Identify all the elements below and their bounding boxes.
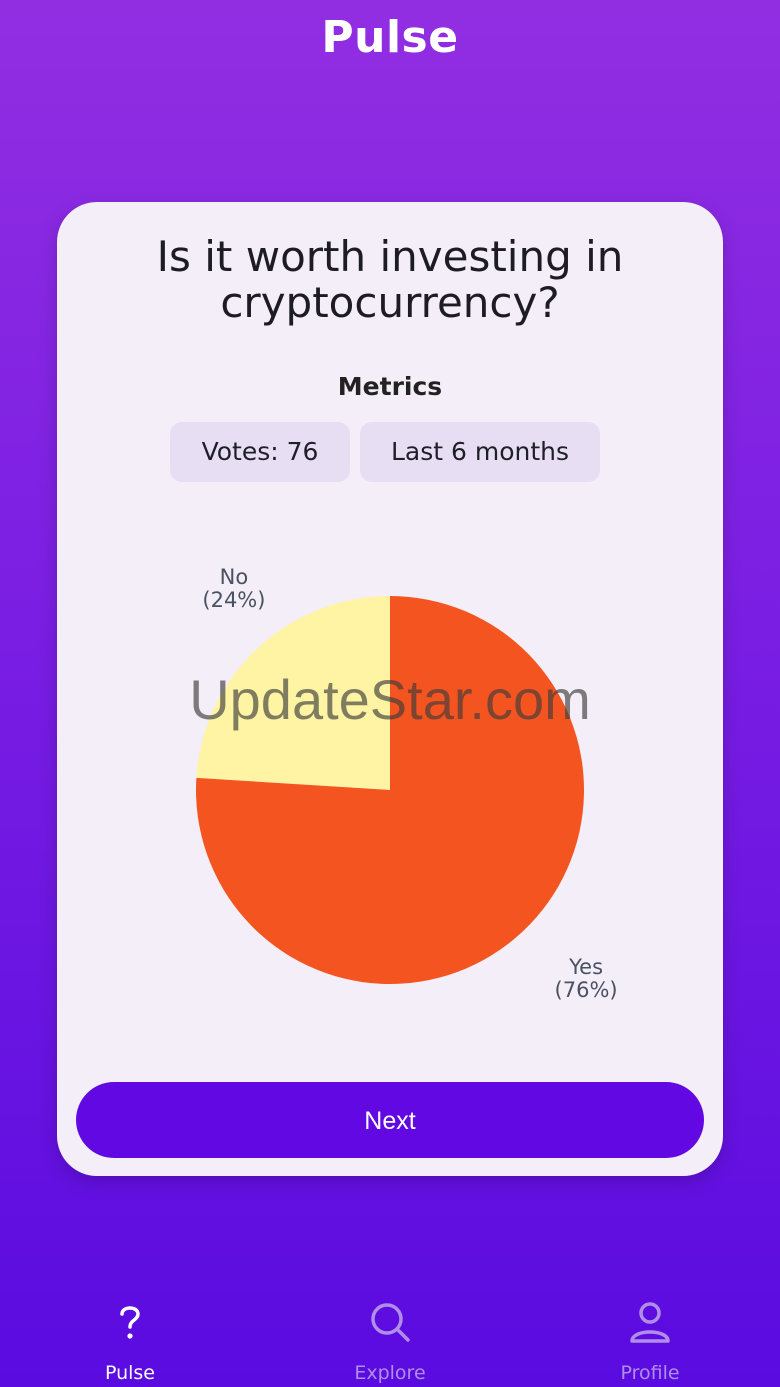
pie-label-no: No (220, 565, 249, 589)
tab-profile[interactable]: Profile (550, 1300, 750, 1384)
profile-icon (630, 1302, 670, 1343)
pie-value-yes: (76%) (555, 978, 618, 1002)
app-title: Pulse (321, 12, 459, 63)
tab-label: Explore (354, 1362, 426, 1384)
tab-explore[interactable]: Explore (290, 1300, 490, 1384)
pie-label-yes: Yes (568, 955, 603, 979)
question-icon (120, 1306, 140, 1339)
results-pie-chart: No(24%) Yes(76%) (196, 565, 618, 1002)
tab-label: Profile (620, 1362, 680, 1384)
poll-question: Is it worth investing in cryptocurrency? (156, 232, 624, 327)
pie-slice-no (196, 596, 390, 790)
votes-chip: Votes: 76 (170, 422, 350, 482)
pie-value-no: (24%) (202, 588, 265, 612)
poll-card: Is it worth investing in cryptocurrency?… (57, 202, 723, 1176)
tab-label: Pulse (104, 1362, 156, 1384)
metrics-title: Metrics (337, 372, 443, 401)
period-chip[interactable]: Last 6 months (360, 422, 600, 482)
tab-pulse[interactable]: Pulse (30, 1300, 230, 1384)
tab-bar: Pulse Explore Profile (0, 1300, 780, 1387)
search-icon (371, 1303, 410, 1342)
next-button[interactable]: Next (76, 1082, 704, 1158)
